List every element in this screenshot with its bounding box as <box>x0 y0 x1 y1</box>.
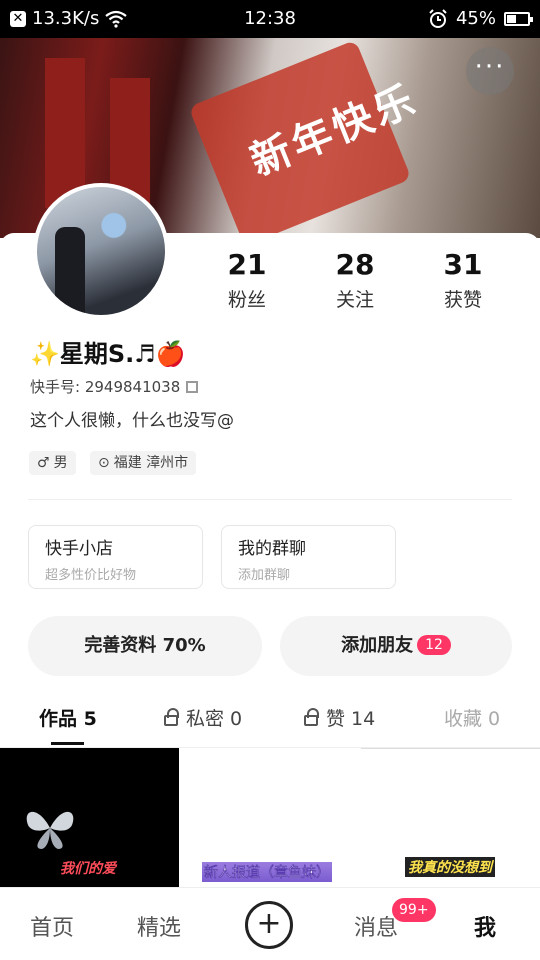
video-thumbnail[interactable]: 我们的爱 <box>0 748 179 888</box>
nav-messages[interactable]: 消息 <box>354 910 398 942</box>
shop-card-title: 快手小店 <box>45 539 113 559</box>
nav-home[interactable]: 首页 <box>30 910 74 942</box>
shop-card-subtitle: 超多性价比好物 <box>45 568 137 583</box>
more-options-button[interactable]: ··· <box>466 47 514 95</box>
tab-liked-label: 赞 14 <box>326 708 376 730</box>
tab-private[interactable]: 私密 0 <box>164 704 242 731</box>
stat-likes[interactable]: 31 获赞 <box>413 248 513 312</box>
tab-liked[interactable]: 赞 14 <box>304 704 375 731</box>
alarm-icon <box>429 8 447 28</box>
group-chat-card[interactable]: 我的群聊 添加群聊 <box>221 525 396 589</box>
divider <box>28 499 512 500</box>
butterfly-icon <box>26 811 74 849</box>
messages-badge: 99+ <box>392 898 436 922</box>
qr-code-icon[interactable] <box>186 381 199 393</box>
group-chat-card-subtitle: 添加群聊 <box>238 568 291 583</box>
nav-featured[interactable]: 精选 <box>137 910 181 942</box>
status-bar: ✕ 13.3K/s 12:38 45% <box>0 0 540 38</box>
stat-following[interactable]: 28 关注 <box>305 248 405 312</box>
tab-favorites[interactable]: 收藏 0 <box>444 704 500 731</box>
video-thumbnail[interactable]: 新人报道（章鱼妹） <box>180 748 360 888</box>
user-id-text: 快手号: 2949841038 <box>30 378 181 396</box>
user-id[interactable]: 快手号: 2949841038 <box>30 376 199 397</box>
stat-following-value: 28 <box>335 248 375 281</box>
stat-fans-label: 粉丝 <box>227 289 266 311</box>
gender-label: 男 <box>53 455 68 471</box>
add-friends-label: 添加朋友 <box>341 635 414 656</box>
nickname: ✨星期S.♬🍎 <box>30 340 186 368</box>
battery-percent: 45% <box>455 8 496 29</box>
stat-fans-value: 21 <box>227 248 267 281</box>
male-icon: ♂ <box>37 455 50 471</box>
stat-likes-label: 获赞 <box>443 289 482 311</box>
bio[interactable]: 这个人很懒，什么也没写@ <box>30 406 234 431</box>
active-tab-indicator <box>51 742 84 745</box>
battery-icon <box>504 11 533 26</box>
stat-following-label: 关注 <box>335 289 374 311</box>
stat-likes-value: 31 <box>443 248 483 281</box>
location-tag: ⊙ 福建 漳州市 <box>90 451 197 475</box>
gender-tag: ♂ 男 <box>29 451 76 475</box>
complete-profile-button[interactable]: 完善资料 70% <box>28 616 262 676</box>
create-plus-button[interactable]: + <box>245 901 293 949</box>
video-thumbnail[interactable]: 我真的没想到 <box>361 748 540 888</box>
lock-icon <box>164 708 179 726</box>
location-pin-icon: ⊙ <box>98 455 110 471</box>
thumbnail-caption: 我真的没想到 <box>405 857 495 877</box>
add-friends-button[interactable]: 添加朋友 12 <box>280 616 512 676</box>
lock-icon <box>304 708 319 726</box>
avatar[interactable] <box>33 183 169 319</box>
status-right: 45% <box>428 8 533 29</box>
tab-works[interactable]: 作品 5 <box>39 704 97 731</box>
stat-fans[interactable]: 21 粉丝 <box>197 248 297 312</box>
add-friends-badge: 12 <box>417 635 451 655</box>
tab-works-label: 作品 5 <box>39 708 97 730</box>
shop-card[interactable]: 快手小店 超多性价比好物 <box>28 525 203 589</box>
tab-favorites-label: 收藏 0 <box>444 708 501 730</box>
location-label: 福建 漳州市 <box>113 455 189 471</box>
thumbnail-caption: 我们的爱 <box>60 861 116 877</box>
battery-fill <box>507 14 516 23</box>
nav-me[interactable]: 我 <box>474 910 496 942</box>
group-chat-card-title: 我的群聊 <box>238 539 306 559</box>
thumbnail-caption: 新人报道（章鱼妹） <box>202 862 332 882</box>
bottom-nav: 首页 精选 + 消息 99+ 我 <box>0 887 540 960</box>
tab-private-label: 私密 0 <box>186 708 243 730</box>
complete-profile-label: 完善资料 70% <box>84 635 206 656</box>
